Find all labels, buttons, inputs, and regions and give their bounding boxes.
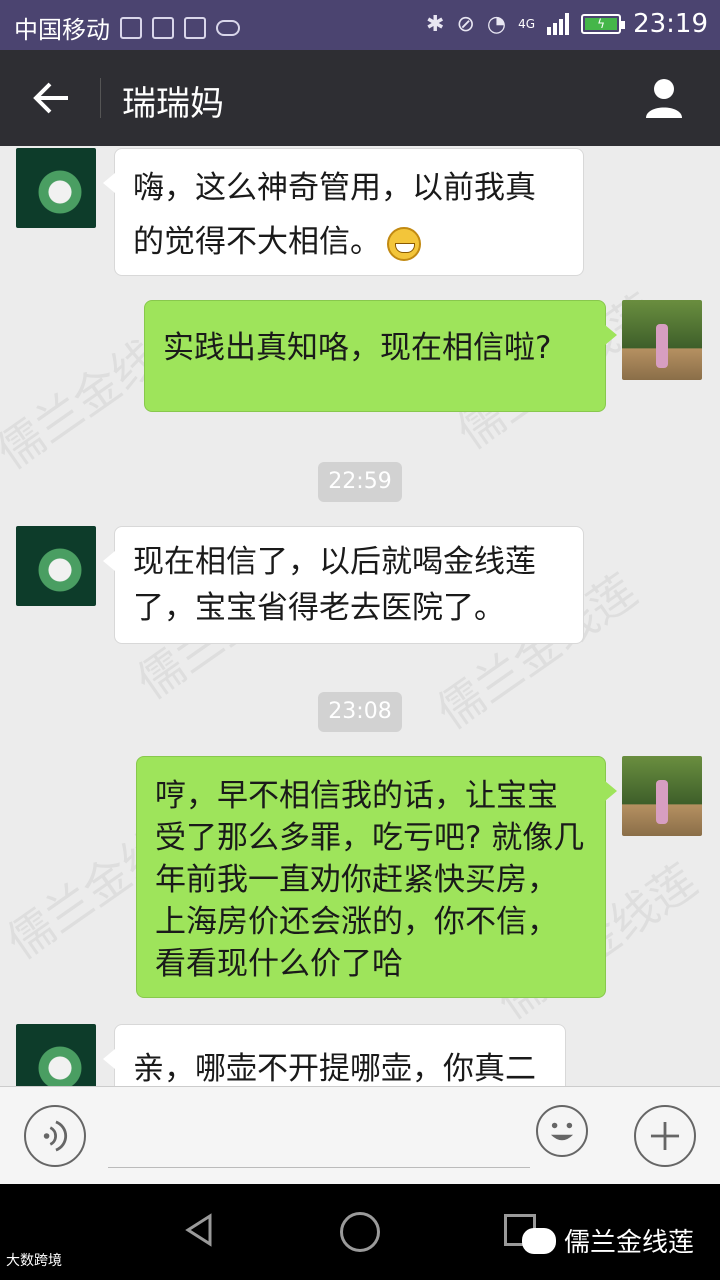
mute-icon: ⊘ (456, 11, 475, 37)
avatar[interactable] (16, 1024, 96, 1086)
message-bubble[interactable]: 实践出真知咯，现在相信啦? (144, 300, 617, 412)
timestamp: 23:08 (318, 692, 402, 732)
input-bar (0, 1086, 720, 1185)
chat-header: 瑞瑞妈 (0, 50, 720, 146)
person-icon[interactable] (640, 74, 688, 122)
plus-icon[interactable] (634, 1105, 696, 1167)
keyboard-icon (184, 16, 206, 39)
system-nav-bar: 儒兰金线莲 大数跨境 (0, 1184, 720, 1280)
message-bubble[interactable]: 现在相信了，以后就喝金线莲了，宝宝省得老去医院了。 (103, 526, 584, 644)
nav-back-icon[interactable] (180, 1210, 220, 1250)
timestamp: 22:59 (318, 462, 402, 502)
network-label: 4G (518, 17, 536, 31)
message-text: 亲，哪壶不开提哪壶，你真二 (133, 1051, 536, 1086)
signal-icon (547, 13, 570, 35)
message-text: 嗨，这么神奇管用，以前我真的觉得不大相信。 (133, 170, 536, 260)
page-title: 瑞瑞妈 (122, 84, 224, 124)
nav-home-icon[interactable] (340, 1212, 380, 1252)
message-text: 实践出真知咯，现在相信啦? (163, 330, 552, 366)
grin-emoji-icon (387, 226, 421, 261)
avatar[interactable] (622, 300, 702, 380)
cloud-icon (216, 19, 240, 36)
brand-name: 儒兰金线莲 (563, 1228, 694, 1258)
message-bubble[interactable]: 哼，早不相信我的话，让宝宝受了那么多罪，吃亏吧? 就像几年前我一直劝你赶紧快买房… (136, 756, 617, 998)
battery-icon: ϟ (581, 14, 626, 34)
wifi-icon: ◔ (486, 11, 507, 37)
chat-area[interactable]: 儒兰金线莲 儒兰金线莲 儒兰金线莲 儒兰金线莲 儒兰金线莲 儒兰金线莲 嗨，这么… (0, 146, 720, 1086)
carrier-label: 中国移动 (14, 16, 110, 44)
clock: 23:19 (633, 9, 708, 39)
corner-watermark: 大数跨境 (6, 1253, 62, 1269)
avatar[interactable] (622, 756, 702, 836)
bluetooth-icon: ✱ (426, 11, 445, 37)
avatar[interactable] (16, 148, 96, 228)
arrow-left-icon[interactable] (28, 74, 76, 122)
brand-watermark: 儒兰金线莲 (521, 1222, 694, 1259)
message-bubble[interactable]: 嗨，这么神奇管用，以前我真的觉得不大相信。 (103, 148, 584, 276)
message-text: 哼，早不相信我的话，让宝宝受了那么多罪，吃亏吧? 就像几年前我一直劝你赶紧快买房… (155, 778, 585, 982)
wechat-icon (521, 1227, 556, 1254)
message-input[interactable] (108, 1167, 530, 1168)
status-bar: 中国移动 ✱ ⊘ ◔ 4G ϟ 23:19 (0, 0, 720, 50)
image-icon (120, 16, 142, 39)
emoji-icon[interactable] (536, 1105, 588, 1157)
voice-icon[interactable] (24, 1105, 86, 1167)
avatar[interactable] (16, 526, 96, 606)
grid-icon (152, 16, 174, 39)
header-divider (100, 78, 101, 118)
message-bubble[interactable]: 亲，哪壶不开提哪壶，你真二 (103, 1024, 566, 1086)
message-text: 现在相信了，以后就喝金线莲了，宝宝省得老去医院了。 (133, 544, 536, 626)
